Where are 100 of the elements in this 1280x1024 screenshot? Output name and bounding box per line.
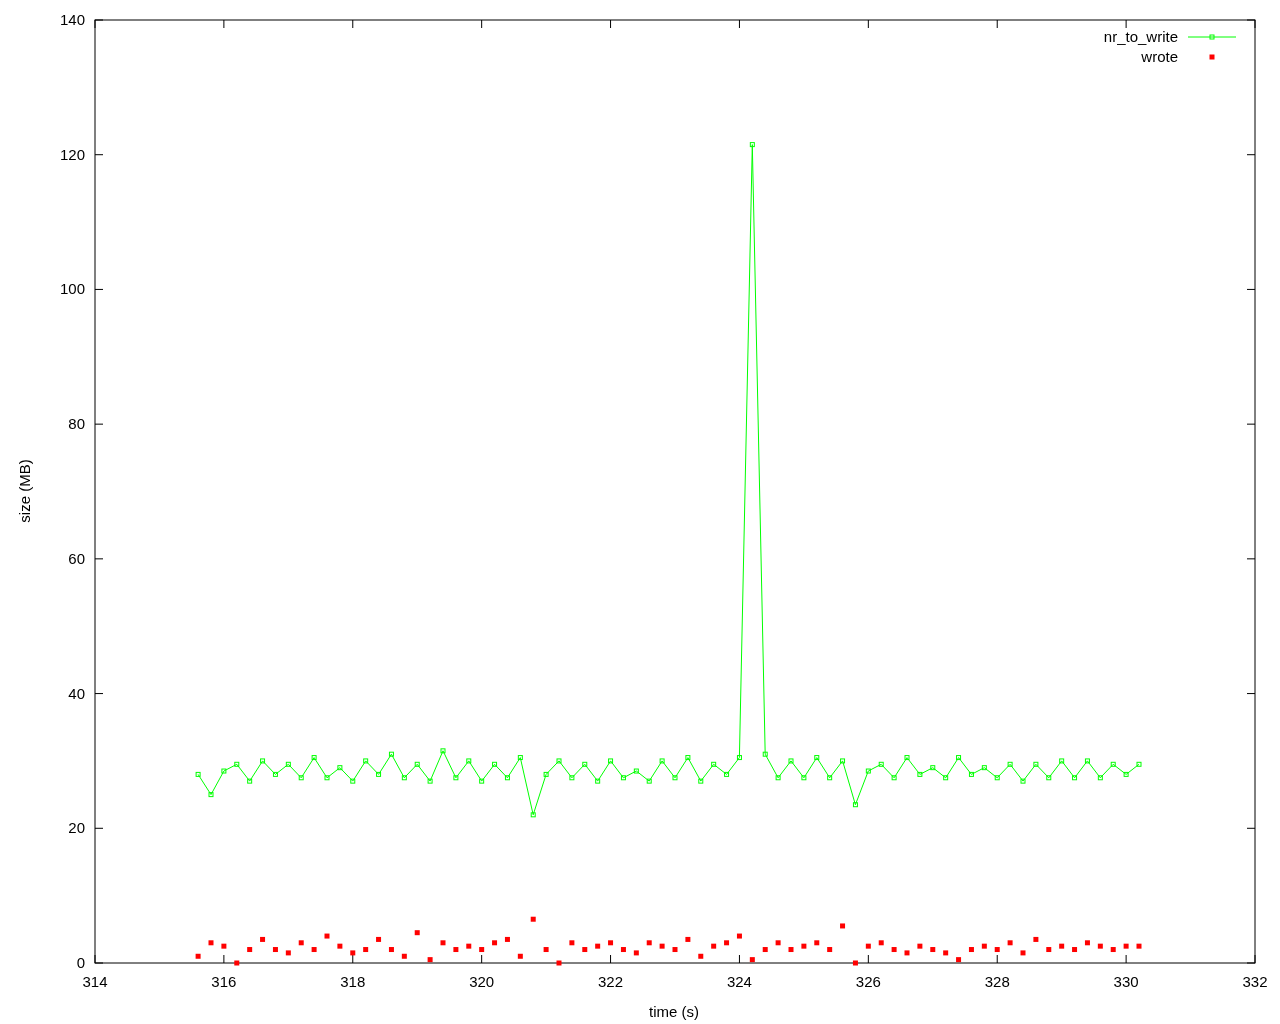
data-point [891, 775, 897, 781]
data-point [363, 947, 369, 953]
data-point [195, 953, 201, 959]
data-point [543, 947, 549, 953]
data-point [1007, 940, 1013, 946]
y-tick-label: 20 [68, 819, 85, 837]
data-point [840, 758, 846, 764]
data-point [698, 778, 704, 784]
y-tick-label: 40 [68, 684, 85, 702]
data-point [324, 775, 330, 781]
data-point [1072, 775, 1078, 781]
data-point [582, 947, 588, 953]
data-point [466, 758, 472, 764]
data-point [414, 930, 420, 936]
data-point [1136, 943, 1142, 949]
data-point [479, 778, 485, 784]
data-point [865, 943, 871, 949]
x-tick-label: 314 [82, 973, 108, 990]
data-point [878, 761, 884, 767]
data-point [247, 947, 253, 953]
legend-label: nr_to_write [1103, 28, 1178, 45]
data-point [646, 778, 652, 784]
data-point [1046, 947, 1052, 953]
data-point [801, 943, 807, 949]
x-tick-label: 332 [1242, 973, 1268, 990]
data-point [1110, 761, 1116, 767]
data-point [930, 765, 936, 771]
data-point [337, 765, 343, 771]
data-point [762, 751, 768, 757]
data-point [298, 940, 304, 946]
data-point [1046, 775, 1052, 781]
data-point [943, 775, 949, 781]
data-point [852, 960, 858, 966]
data-point [659, 758, 665, 764]
data-point [646, 940, 652, 946]
data-point [350, 950, 356, 956]
data-point [543, 771, 549, 777]
data-point [994, 775, 1000, 781]
data-point [260, 758, 266, 764]
data-point [904, 755, 910, 761]
data-point [556, 758, 562, 764]
data-point [1123, 771, 1129, 777]
x-axis-title: time (s) [649, 1003, 699, 1020]
data-point [569, 775, 575, 781]
data-point [324, 933, 330, 939]
data-point [401, 775, 407, 781]
y-tick-label: 0 [76, 954, 85, 971]
data-point [1033, 936, 1039, 942]
data-point [1007, 761, 1013, 767]
data-point [427, 778, 433, 784]
data-point [272, 947, 278, 953]
y-tick-label: 80 [68, 415, 85, 433]
x-tick-label: 330 [1113, 973, 1139, 990]
data-point [788, 947, 794, 953]
data-point [1123, 943, 1129, 949]
data-point [1072, 947, 1078, 953]
data-point [1136, 761, 1142, 767]
data-point [827, 775, 833, 781]
data-point [298, 775, 304, 781]
data-point [311, 947, 317, 953]
data-point [865, 768, 871, 774]
data-point [272, 771, 278, 777]
data-point [234, 960, 240, 966]
data-point [453, 775, 459, 781]
data-point [917, 943, 923, 949]
data-point [904, 950, 910, 956]
data-point [698, 953, 704, 959]
data-point [504, 775, 510, 781]
data-point [401, 953, 407, 959]
data-point [968, 771, 974, 777]
data-point [569, 940, 575, 946]
data-point [208, 940, 214, 946]
data-point [1059, 943, 1065, 949]
data-point [350, 778, 356, 784]
data-point [620, 775, 626, 781]
data-point [1084, 758, 1090, 764]
data-point [814, 940, 820, 946]
data-point [749, 142, 755, 148]
data-point [608, 758, 614, 764]
data-point [1020, 950, 1026, 956]
data-point [930, 947, 936, 953]
data-point [956, 957, 962, 963]
data-point [595, 943, 601, 949]
data-point [492, 761, 498, 767]
data-point [1020, 778, 1026, 784]
data-point [221, 768, 227, 774]
data-point [659, 943, 665, 949]
data-point [788, 758, 794, 764]
data-point [608, 940, 614, 946]
data-point [285, 761, 291, 767]
data-point [311, 755, 317, 761]
data-point [260, 936, 266, 942]
data-point [530, 916, 536, 922]
data-point [672, 947, 678, 953]
data-point [517, 755, 523, 761]
data-point [724, 771, 730, 777]
data-point [376, 936, 382, 942]
data-point [479, 947, 485, 953]
data-point [582, 761, 588, 767]
x-tick-label: 326 [855, 973, 881, 990]
